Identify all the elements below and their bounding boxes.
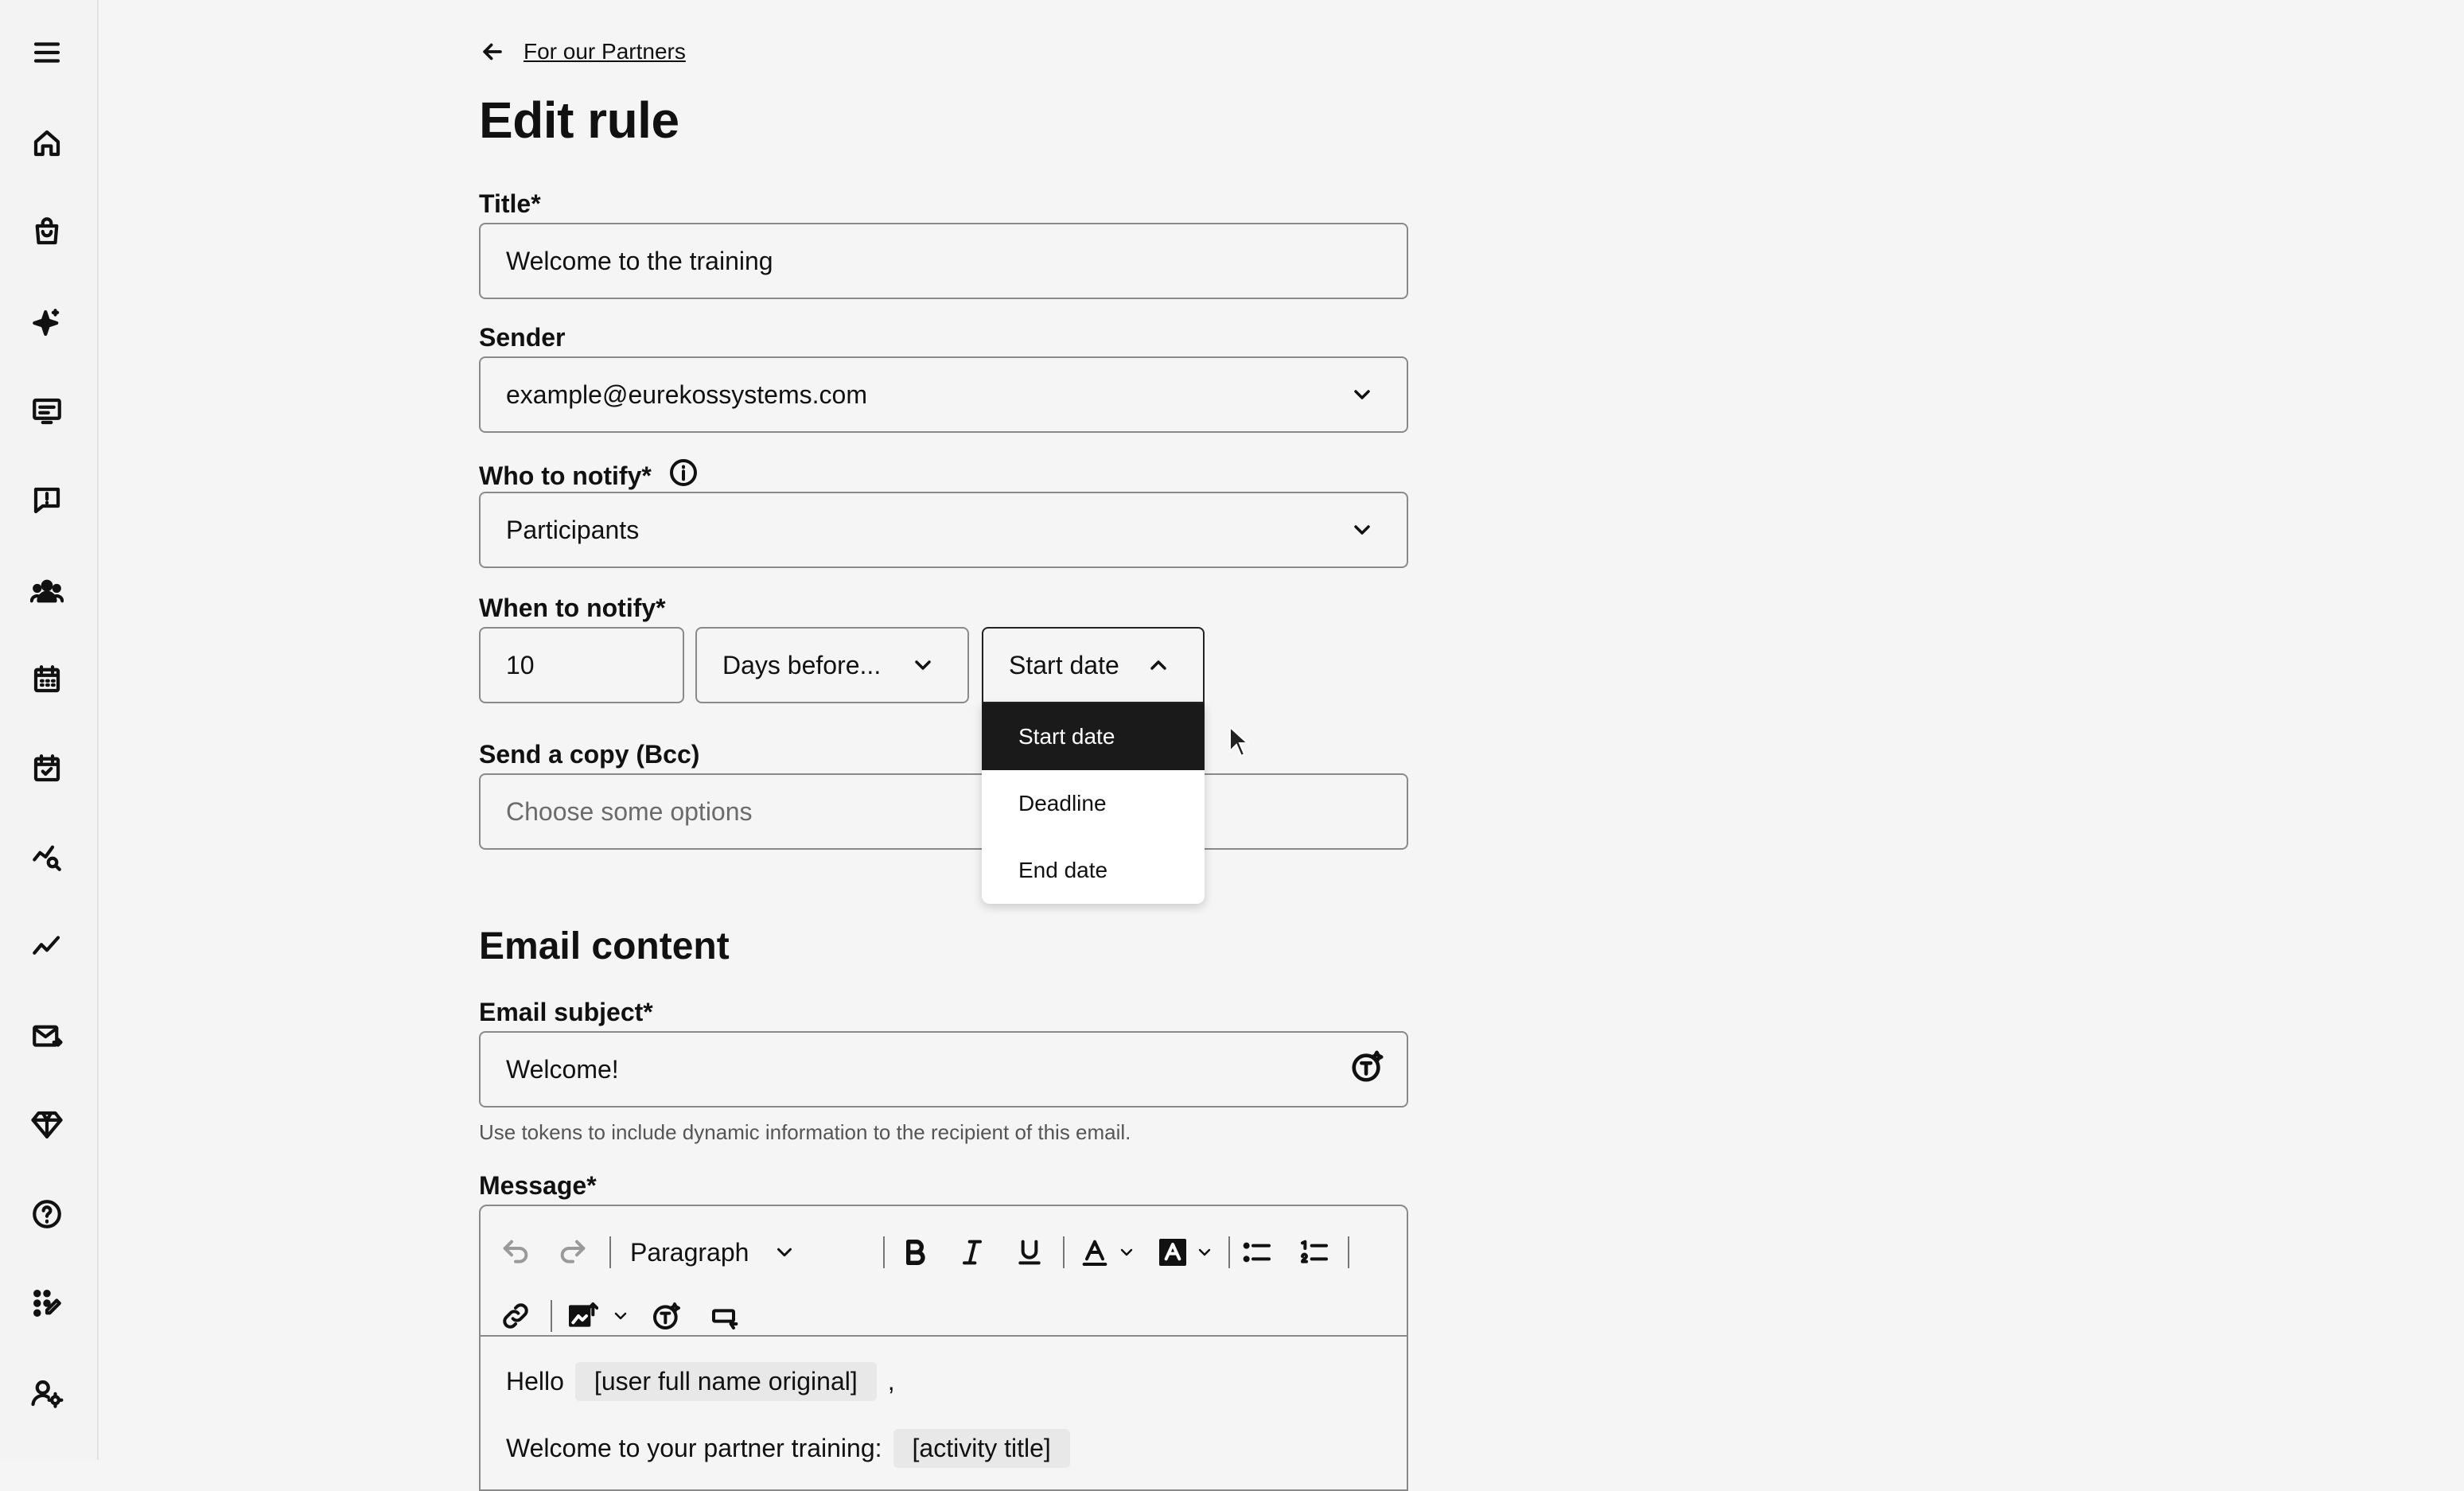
chevron-down-icon (1349, 517, 1375, 543)
title-label-text: Title* (479, 189, 541, 218)
chevron-down-icon (1349, 382, 1375, 407)
when-ref-dropdown: Start date Deadline End date (982, 703, 1205, 904)
image-upload-icon[interactable] (566, 1294, 598, 1338)
link-icon[interactable] (500, 1294, 531, 1338)
message-label: Message* (479, 1171, 597, 1201)
sender-value: example@eurekossystems.com (506, 380, 867, 409)
calendar-icon[interactable] (29, 661, 65, 698)
chart-search-icon[interactable] (29, 839, 65, 875)
when-label: When to notify* (479, 594, 666, 623)
text-color-icon[interactable] (1079, 1230, 1111, 1275)
chevron-down-icon[interactable] (611, 1294, 630, 1338)
bcc-label: Send a copy (Bcc) (479, 740, 699, 769)
button-insert-icon[interactable] (710, 1294, 742, 1338)
subject-help-text: Use tokens to include dynamic informatio… (479, 1120, 1131, 1144)
undo-icon[interactable] (500, 1230, 531, 1275)
presentation-icon[interactable] (29, 393, 65, 430)
bcc-placeholder: Choose some options (506, 796, 753, 826)
chevron-down-icon (777, 1248, 792, 1257)
help-circle-icon[interactable] (29, 1196, 65, 1232)
toolbar-separator (1348, 1236, 1349, 1268)
mail-send-icon[interactable] (29, 1018, 65, 1055)
when-ref-value: Start date (1009, 650, 1119, 679)
title-label: Title* (479, 189, 541, 219)
notify-label: Who to notify* (479, 457, 699, 495)
sender-label: Sender (479, 323, 565, 352)
block-style-select[interactable]: Paragraph (630, 1230, 796, 1275)
chevron-down-icon[interactable] (1117, 1230, 1136, 1275)
toolbar-separator (1228, 1236, 1230, 1268)
notify-value: Participants (506, 515, 640, 544)
when-amount-input[interactable] (479, 627, 684, 703)
sparkles-icon[interactable] (29, 305, 65, 341)
title-input[interactable] (479, 223, 1408, 299)
sender-label-text: Sender (479, 323, 566, 352)
editor-toolbar: Paragraph (481, 1206, 1407, 1337)
grid-edit-icon[interactable] (29, 1285, 65, 1322)
bullet-list-icon[interactable] (1241, 1230, 1273, 1275)
info-icon[interactable] (668, 457, 699, 495)
sidebar (0, 0, 99, 1460)
message-label-text: Message* (479, 1171, 597, 1200)
toolbar-separator (551, 1300, 552, 1332)
message-text: Hello (506, 1367, 564, 1396)
toolbar-separator (883, 1236, 885, 1268)
when-ref-select[interactable]: Start date (982, 627, 1205, 703)
subject-label-text: Email subject* (479, 998, 653, 1026)
message-line: Welcome to your partner training: [activ… (506, 1429, 1070, 1468)
redo-icon[interactable] (557, 1230, 589, 1275)
when-unit-value: Days before... (722, 650, 882, 679)
calendar-check-icon[interactable] (29, 750, 65, 787)
token-chip[interactable]: [user full name original] (574, 1362, 877, 1401)
numbered-list-icon[interactable] (1298, 1230, 1330, 1275)
back-link-label[interactable]: For our Partners (524, 39, 686, 64)
bcc-multiselect[interactable]: Choose some options (479, 773, 1408, 850)
notify-select[interactable]: Participants (479, 492, 1408, 568)
dropdown-option-deadline[interactable]: Deadline (982, 770, 1205, 837)
trend-line-icon[interactable] (29, 928, 65, 964)
chevron-down-icon[interactable] (1195, 1230, 1214, 1275)
toolbar-separator (1063, 1236, 1065, 1268)
italic-icon[interactable] (956, 1230, 988, 1275)
bcc-label-text: Send a copy (Bcc) (479, 740, 700, 769)
highlight-color-icon[interactable] (1157, 1230, 1189, 1275)
message-editor[interactable]: Paragraph Hello [user full name original… (479, 1205, 1408, 1491)
chevron-up-icon (1146, 652, 1171, 678)
chevron-down-icon (910, 652, 936, 678)
dropdown-option-end-date[interactable]: End date (982, 837, 1205, 904)
email-content-heading: Email content (479, 925, 730, 967)
diamond-icon[interactable] (29, 1106, 65, 1143)
menu-icon[interactable] (29, 34, 65, 71)
message-alert-icon[interactable] (29, 482, 65, 519)
subject-input[interactable]: Welcome! (479, 1031, 1408, 1108)
when-label-text: When to notify* (479, 594, 666, 622)
token-insert-icon[interactable] (651, 1294, 683, 1338)
block-style-value: Paragraph (630, 1237, 749, 1267)
message-text: , (887, 1367, 895, 1396)
bold-icon[interactable] (899, 1230, 931, 1275)
users-icon[interactable] (29, 573, 65, 609)
when-unit-select[interactable]: Days before... (695, 627, 969, 703)
shopping-bag-icon[interactable] (29, 213, 65, 250)
message-text: Welcome to your partner training: (506, 1434, 882, 1462)
token-chip[interactable]: [activity title] (893, 1429, 1070, 1468)
user-settings-icon[interactable] (29, 1375, 65, 1411)
token-insert-icon[interactable] (1349, 1048, 1386, 1091)
back-link[interactable]: For our Partners (479, 38, 686, 65)
toolbar-separator (609, 1236, 611, 1268)
dropdown-option-start-date[interactable]: Start date (982, 703, 1205, 770)
home-icon[interactable] (29, 125, 65, 162)
message-line: Hello [user full name original] , (506, 1362, 895, 1401)
sender-select[interactable]: example@eurekossystems.com (479, 356, 1408, 433)
underline-icon[interactable] (1014, 1230, 1045, 1275)
subject-label: Email subject* (479, 998, 653, 1027)
mouse-cursor-icon (1229, 726, 1249, 757)
page-title: Edit rule (479, 91, 679, 149)
notify-label-text: Who to notify* (479, 461, 652, 490)
arrow-left-icon (483, 43, 502, 60)
subject-value: Welcome! (506, 1054, 619, 1084)
